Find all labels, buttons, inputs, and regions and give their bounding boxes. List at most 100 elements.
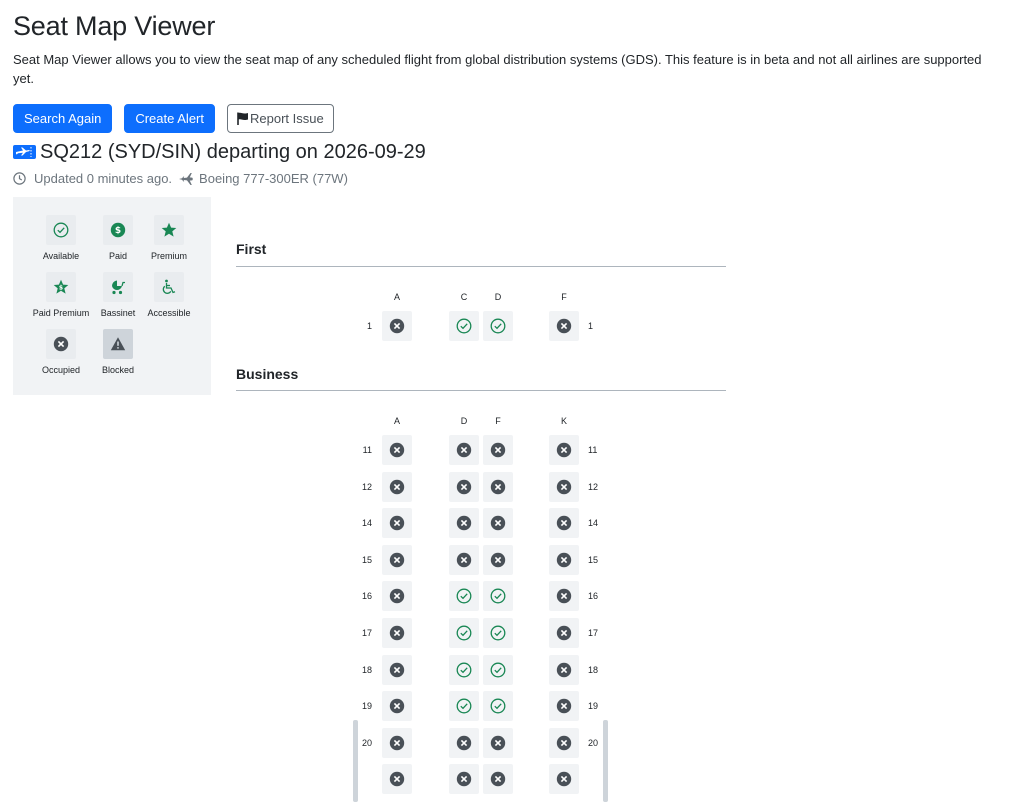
updated-text: Updated 0 minutes ago. bbox=[34, 171, 173, 186]
x-circle-icon bbox=[490, 515, 506, 531]
x-circle-icon bbox=[389, 318, 405, 334]
seat-15K-occupied[interactable] bbox=[549, 545, 579, 575]
seat-17A-occupied[interactable] bbox=[382, 618, 412, 648]
legend-accessible-label: Accessible bbox=[147, 308, 191, 318]
exit-row-marker bbox=[353, 756, 358, 802]
seat-19A-occupied[interactable] bbox=[382, 691, 412, 721]
seat-20D-occupied[interactable] bbox=[449, 728, 479, 758]
x-circle-icon bbox=[456, 552, 472, 568]
column-letter: D bbox=[460, 416, 468, 426]
seat-19K-occupied[interactable] bbox=[549, 691, 579, 721]
check-circle-icon bbox=[490, 588, 506, 604]
seat-14A-occupied[interactable] bbox=[382, 508, 412, 538]
seat-F-occupied[interactable] bbox=[483, 764, 513, 794]
star-icon bbox=[161, 222, 177, 237]
x-circle-icon bbox=[556, 479, 572, 495]
seat-19D-available[interactable] bbox=[449, 691, 479, 721]
legend-occupied: Occupied bbox=[30, 329, 92, 375]
seat-K-occupied[interactable] bbox=[549, 764, 579, 794]
seat-18A-occupied[interactable] bbox=[382, 655, 412, 685]
seat-12A-occupied[interactable] bbox=[382, 472, 412, 502]
warning-triangle-icon bbox=[110, 337, 126, 351]
seat-17D-available[interactable] bbox=[449, 618, 479, 648]
x-circle-icon bbox=[556, 552, 572, 568]
column-letter: F bbox=[495, 416, 501, 426]
plane-ticket-icon bbox=[13, 145, 36, 159]
seat-1D-available[interactable] bbox=[483, 311, 513, 341]
exit-row-marker bbox=[603, 756, 608, 802]
seat-16A-occupied[interactable] bbox=[382, 581, 412, 611]
seat-12K-occupied[interactable] bbox=[549, 472, 579, 502]
baby-carriage-icon bbox=[111, 280, 125, 295]
legend-accessible: Accessible bbox=[138, 272, 200, 318]
action-bar: Search Again Create Alert Report Issue bbox=[13, 104, 984, 133]
legend-premium-label: Premium bbox=[150, 251, 187, 261]
clock-icon bbox=[13, 172, 26, 185]
legend-paid-premium-label: Paid Premium bbox=[32, 308, 90, 318]
x-circle-icon bbox=[556, 442, 572, 458]
seat-11F-occupied[interactable] bbox=[483, 435, 513, 465]
check-circle-icon bbox=[456, 588, 472, 604]
seat-1C-available[interactable] bbox=[449, 311, 479, 341]
dollar-circle-icon: $ bbox=[110, 222, 126, 238]
legend-blocked: Blocked bbox=[87, 329, 149, 375]
row-number: 16 bbox=[588, 591, 599, 601]
search-again-button[interactable]: Search Again bbox=[13, 104, 113, 133]
seat-14K-occupied[interactable] bbox=[549, 508, 579, 538]
seat-18D-available[interactable] bbox=[449, 655, 479, 685]
seat-15A-occupied[interactable] bbox=[382, 545, 412, 575]
row-number: 12 bbox=[361, 482, 372, 492]
seat-20K-occupied[interactable] bbox=[549, 728, 579, 758]
seat-17F-available[interactable] bbox=[483, 618, 513, 648]
row-number: 18 bbox=[588, 665, 599, 675]
seat-19F-available[interactable] bbox=[483, 691, 513, 721]
legend-blocked-label: Blocked bbox=[101, 365, 135, 375]
seat-18F-available[interactable] bbox=[483, 655, 513, 685]
seat-14F-occupied[interactable] bbox=[483, 508, 513, 538]
svg-text:$: $ bbox=[115, 226, 121, 236]
seat-11K-occupied[interactable] bbox=[549, 435, 579, 465]
x-circle-icon bbox=[53, 336, 69, 352]
seat-16D-available[interactable] bbox=[449, 581, 479, 611]
legend-occupied-label: Occupied bbox=[41, 365, 81, 375]
x-circle-icon bbox=[389, 698, 405, 714]
seat-15F-occupied[interactable] bbox=[483, 545, 513, 575]
seat-12D-occupied[interactable] bbox=[449, 472, 479, 502]
x-circle-icon bbox=[556, 662, 572, 678]
seat-11A-occupied[interactable] bbox=[382, 435, 412, 465]
star-dollar-icon: $ bbox=[53, 279, 69, 294]
svg-text:$: $ bbox=[59, 285, 63, 292]
create-alert-button[interactable]: Create Alert bbox=[124, 104, 215, 133]
seat-20F-occupied[interactable] bbox=[483, 728, 513, 758]
check-circle-icon bbox=[490, 662, 506, 678]
x-circle-icon bbox=[389, 479, 405, 495]
cabin-divider bbox=[236, 390, 726, 391]
check-circle-icon bbox=[456, 318, 472, 334]
seat-11D-occupied[interactable] bbox=[449, 435, 479, 465]
report-issue-label: Report Issue bbox=[250, 111, 324, 126]
seat-1A-occupied[interactable] bbox=[382, 311, 412, 341]
column-letter: A bbox=[393, 416, 400, 426]
cabin-title: First bbox=[236, 241, 267, 257]
row-number: 15 bbox=[588, 555, 599, 565]
report-issue-button[interactable]: Report Issue bbox=[227, 104, 334, 133]
seat-12F-occupied[interactable] bbox=[483, 472, 513, 502]
flag-icon bbox=[237, 112, 250, 125]
seat-18K-occupied[interactable] bbox=[549, 655, 579, 685]
row-number: 20 bbox=[361, 738, 372, 748]
seat-A-occupied[interactable] bbox=[382, 764, 412, 794]
check-circle-icon bbox=[456, 698, 472, 714]
seat-20A-occupied[interactable] bbox=[382, 728, 412, 758]
seat-D-occupied[interactable] bbox=[449, 764, 479, 794]
seat-14D-occupied[interactable] bbox=[449, 508, 479, 538]
column-letter: K bbox=[560, 416, 567, 426]
seat-16F-available[interactable] bbox=[483, 581, 513, 611]
seat-15D-occupied[interactable] bbox=[449, 545, 479, 575]
seat-1F-occupied[interactable] bbox=[549, 311, 579, 341]
seat-17K-occupied[interactable] bbox=[549, 618, 579, 648]
seat-16K-occupied[interactable] bbox=[549, 581, 579, 611]
column-letter: C bbox=[460, 292, 468, 302]
check-circle-icon bbox=[53, 222, 69, 238]
row-number: 17 bbox=[588, 628, 599, 638]
column-letter: A bbox=[393, 292, 400, 302]
